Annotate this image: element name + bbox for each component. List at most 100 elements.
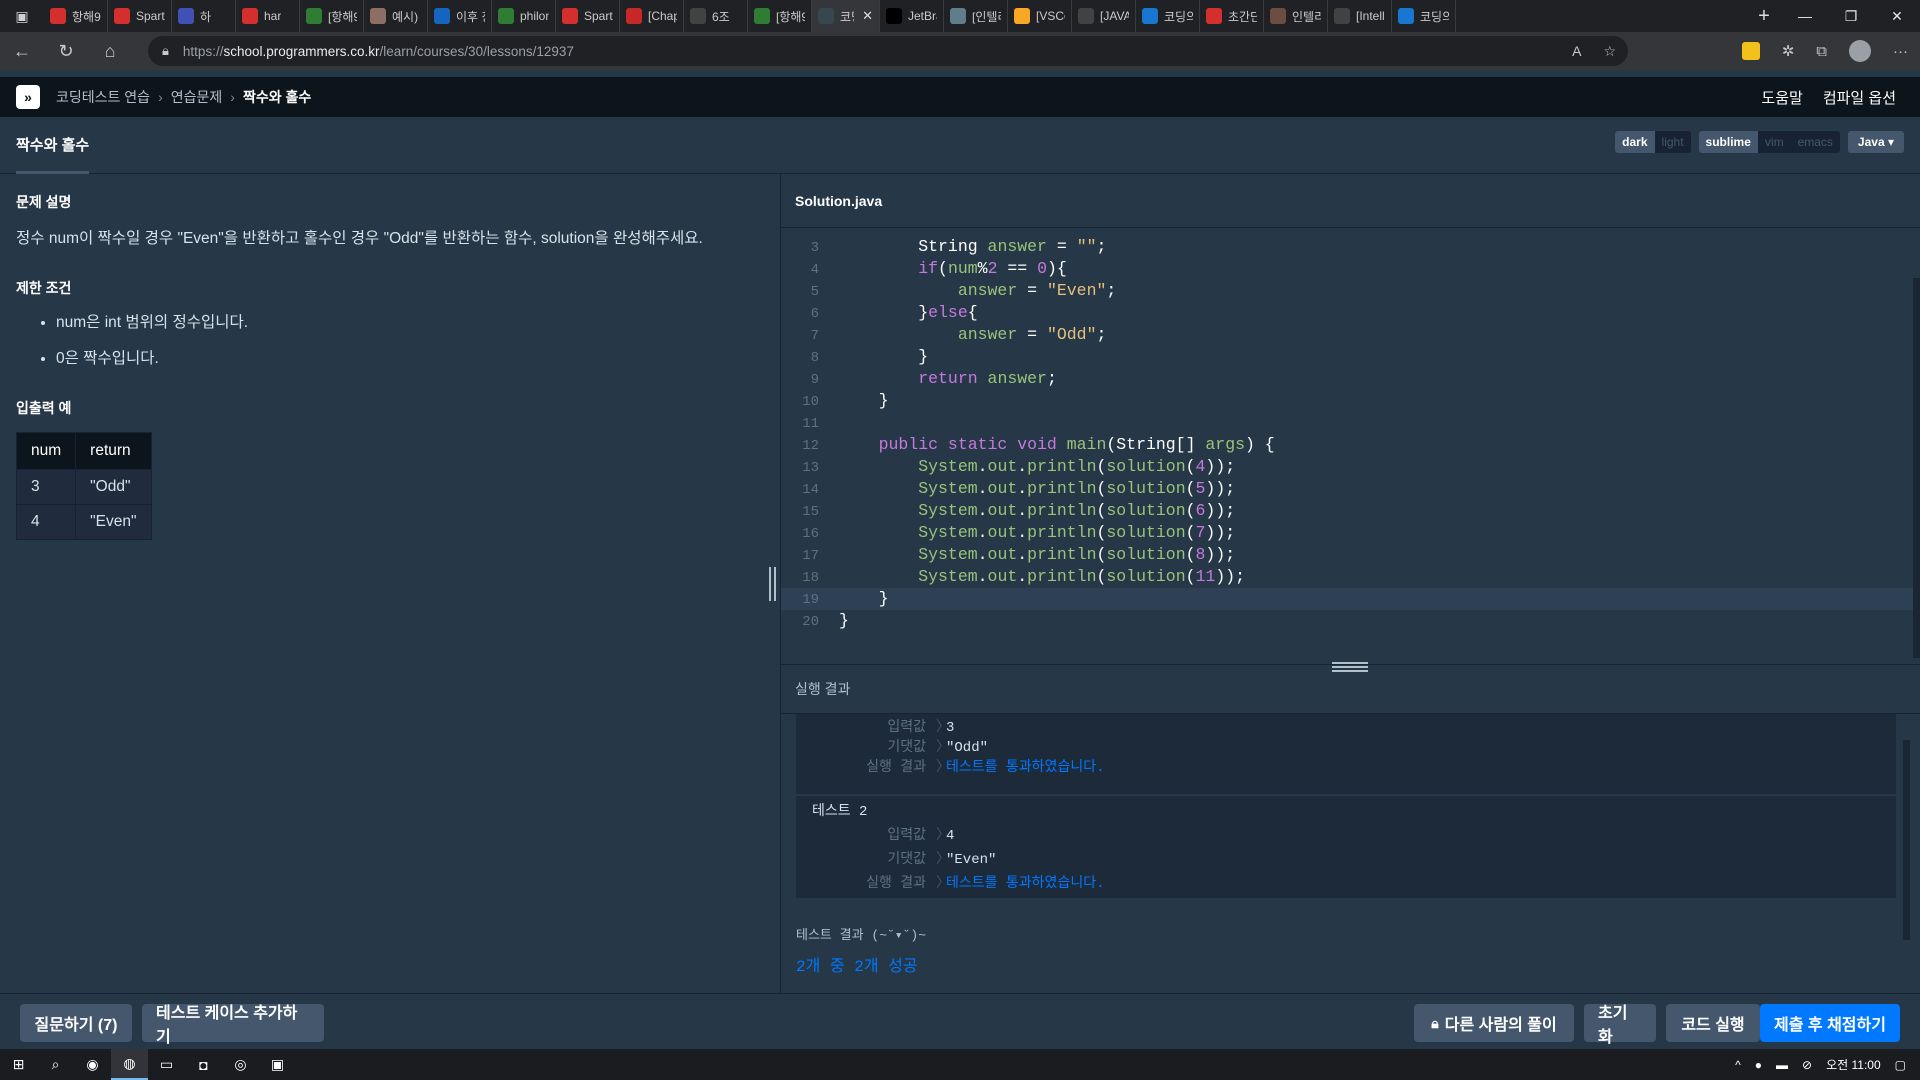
more-menu-icon[interactable]: ···	[1893, 43, 1908, 60]
problem-tab[interactable]: 짝수와 홀수	[16, 117, 90, 174]
network-icon[interactable]: ⊘	[1802, 1058, 1812, 1072]
theme-light-option[interactable]: light	[1655, 131, 1691, 153]
description-heading: 문제 설명	[16, 194, 72, 210]
browser-tab[interactable]: JetBrain	[880, 0, 944, 32]
browser-tab[interactable]: 인텔리?	[1264, 0, 1328, 32]
notification-icon[interactable]: ▢	[1895, 1058, 1906, 1072]
browser-tab[interactable]: [JAVA] I	[1072, 0, 1136, 32]
test-result-2: 테스트 2 입력값 〉 4 기댓값 〉 "Even" 실행 결과 〉 테스트를 통과하였습니…	[796, 796, 1896, 898]
url-field[interactable]: 🔒︎ https://school.programmers.co.kr/lear…	[148, 36, 1628, 66]
tab-label: 이후 칭	[456, 9, 485, 24]
extension-icon[interactable]	[1741, 42, 1760, 60]
battery-icon[interactable]: ▬	[1776, 1058, 1788, 1072]
intellij-icon[interactable]: ▣	[259, 1049, 296, 1080]
browser-tab[interactable]: [Chapte	[620, 0, 684, 32]
windows-taskbar: ⊞ ⌕ ◉ ◍ ▭ ◘ ◎ ▣ ^ ● ▬ ⊘ 오전 11:00 ▢	[0, 1049, 1920, 1080]
ask-question-button[interactable]: 질문하기 (7)	[20, 1004, 132, 1042]
browser-tab[interactable]: [항해99	[300, 0, 364, 32]
chevron-up-icon[interactable]: ^	[1735, 1058, 1741, 1072]
tab-label: [항해99	[328, 9, 357, 24]
kakaotalk-icon[interactable]: ◘	[185, 1049, 222, 1080]
browser-tab[interactable]: 코딩의	[1392, 0, 1456, 32]
editor-scrollbar[interactable]	[1913, 278, 1920, 658]
tab-actions-icon[interactable]: ▣	[0, 0, 44, 32]
line-number: 8	[810, 350, 819, 366]
profile-avatar[interactable]	[1849, 40, 1871, 62]
back-icon[interactable]: ←	[0, 32, 44, 70]
lock-icon[interactable]: 🔒︎	[162, 43, 169, 59]
close-tab-icon[interactable]: ✕	[862, 8, 873, 24]
result-scrollbar[interactable]	[1903, 740, 1910, 940]
programmers-logo-icon[interactable]: »	[16, 85, 40, 109]
splitter-grip-icon[interactable]	[767, 567, 777, 601]
breadcrumb-item[interactable]: 연습문제	[171, 87, 223, 107]
tab-favicon-icon	[1398, 8, 1414, 24]
browser-tab[interactable]: SpartaC	[556, 0, 620, 32]
keymap-vim-option[interactable]: vim	[1758, 131, 1791, 153]
code-line: 8 }	[781, 346, 1920, 368]
language-select[interactable]: Java ▾	[1847, 131, 1904, 153]
tab-label: JetBrain	[908, 9, 937, 23]
extensions-puzzle-icon[interactable]: ✲	[1782, 42, 1795, 60]
breadcrumb-item[interactable]: 코딩테스트 연습	[56, 87, 150, 107]
submit-button[interactable]: 제출 후 채점하기	[1760, 1004, 1900, 1042]
keymap-sublime-option[interactable]: sublime	[1698, 131, 1758, 153]
browser-tab[interactable]: har	[236, 0, 300, 32]
compile-options-link[interactable]: 컴파일 옵션	[1823, 87, 1896, 108]
table-cell: "Even"	[75, 504, 152, 540]
favorite-star-icon[interactable]: ☆	[1603, 43, 1616, 60]
theme-toggle: dark light	[1615, 131, 1691, 153]
keymap-emacs-option[interactable]: emacs	[1791, 131, 1840, 153]
resize-grip-icon[interactable]	[1332, 662, 1368, 672]
others-solutions-button[interactable]: 🔒︎ 다른 사람의 풀이	[1414, 1004, 1574, 1042]
restore-icon[interactable]: ❐	[1828, 0, 1874, 32]
tab-favicon-icon	[1142, 8, 1158, 24]
browser-tab[interactable]: 코딩 ✕	[812, 0, 880, 32]
windows-start-icon[interactable]: ⊞	[0, 1049, 37, 1080]
browser-tab[interactable]: 항해99	[44, 0, 108, 32]
edge-icon[interactable]: ◍	[111, 1049, 148, 1080]
constraints-list: num은 int 범위의 정수입니다. 0은 짝수입니다.	[16, 310, 764, 368]
help-link[interactable]: 도움말	[1761, 87, 1802, 108]
refresh-icon[interactable]: ↻	[44, 32, 88, 70]
new-tab-icon[interactable]: +	[1746, 5, 1782, 28]
browser-tab[interactable]: [항해99	[748, 0, 812, 32]
browser-tab[interactable]: 초간단	[1200, 0, 1264, 32]
test-summary-label: 테스트 결과 (~˘▾˘)~	[796, 928, 927, 943]
run-code-button[interactable]: 코드 실행	[1666, 1004, 1760, 1042]
microphone-icon[interactable]: ●	[1755, 1058, 1762, 1072]
search-icon[interactable]: ⌕	[37, 1049, 74, 1080]
file-explorer-icon[interactable]: ▭	[148, 1049, 185, 1080]
collections-icon[interactable]: ⧉	[1816, 43, 1827, 60]
browser-tab[interactable]: 하	[172, 0, 236, 32]
browser-tab[interactable]: 이후 칭	[428, 0, 492, 32]
chrome-icon[interactable]: ◎	[222, 1049, 259, 1080]
tab-label: [Chapte	[648, 9, 677, 23]
browser-tab[interactable]: SpartaC	[108, 0, 172, 32]
bottom-toolbar: 질문하기 (7) 테스트 케이스 추가하기 🔒︎ 다른 사람의 풀이 초기화 코드…	[0, 993, 1920, 1049]
read-aloud-icon[interactable]: A	[1572, 43, 1581, 60]
browser-tab[interactable]: philomo	[492, 0, 556, 32]
reset-button[interactable]: 초기화	[1584, 1004, 1656, 1046]
chrome-icon[interactable]: ◉	[74, 1049, 111, 1080]
browser-tab[interactable]: [IntelliJ]	[1328, 0, 1392, 32]
code-line: 5 answer = "Even";	[781, 280, 1920, 302]
browser-tab-strip: ▣ 항해99 SpartaC 하 har [항해99 예시) 1: 이후 칭 philomo S…	[0, 0, 1920, 32]
theme-dark-option[interactable]: dark	[1615, 131, 1655, 153]
code-line: 17 System.out.println(solution(8));	[781, 544, 1920, 566]
line-number: 15	[802, 504, 819, 520]
minimize-icon[interactable]: —	[1782, 0, 1828, 32]
browser-tab[interactable]: [인텔리	[944, 0, 1008, 32]
browser-tab[interactable]: [VSCod	[1008, 0, 1072, 32]
add-test-case-button[interactable]: 테스트 케이스 추가하기	[142, 1004, 324, 1046]
code-line: 13 System.out.println(solution(4));	[781, 456, 1920, 478]
close-window-icon[interactable]: ✕	[1874, 0, 1920, 32]
breadcrumb-current: 짝수와 홀수	[242, 89, 312, 105]
browser-tab[interactable]: 6조	[684, 0, 748, 32]
browser-tab[interactable]: 코딩의	[1136, 0, 1200, 32]
browser-tab[interactable]: 예시) 1:	[364, 0, 428, 32]
clock[interactable]: 오전 11:00	[1826, 1056, 1881, 1073]
home-icon[interactable]: ⌂	[88, 32, 132, 70]
tab-label: [JAVA] I	[1100, 9, 1129, 23]
code-editor[interactable]: 3 String answer = ""; 4 if(num%2 == 0){ …	[781, 228, 1920, 660]
